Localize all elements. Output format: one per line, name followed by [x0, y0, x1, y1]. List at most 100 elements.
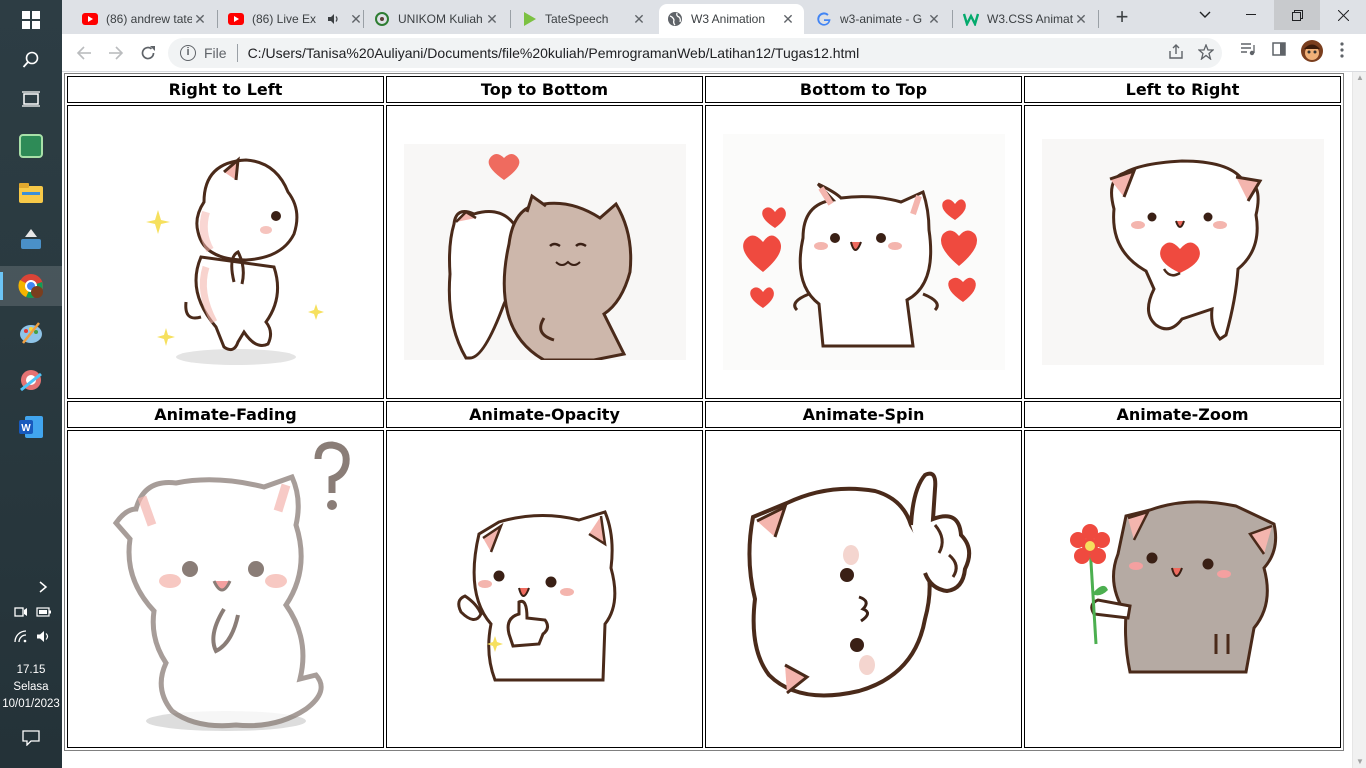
share-icon[interactable]	[1168, 44, 1184, 64]
tab-w3css-animations[interactable]: W3.CSS Animat ✕	[955, 4, 1097, 34]
bookmark-star-icon[interactable]	[1197, 43, 1215, 64]
close-icon[interactable]: ✕	[780, 11, 796, 28]
omnibox-divider	[236, 44, 238, 62]
clock-time[interactable]: 17.15	[0, 662, 62, 678]
tab-tatespeech[interactable]: TateSpeech ✕	[513, 4, 655, 34]
battery-icon[interactable]	[36, 606, 52, 621]
meet-now-icon[interactable]	[14, 605, 28, 622]
header-right-to-left: Right to Left	[67, 76, 384, 103]
svg-text:W: W	[21, 423, 31, 434]
tab-separator	[1098, 10, 1099, 28]
volume-icon[interactable]	[36, 630, 51, 646]
scroll-up-arrow-icon[interactable]: ▲	[1356, 74, 1364, 82]
file-explorer-icon[interactable]	[0, 173, 62, 213]
cat-thinking-image	[746, 471, 971, 698]
tab-youtube-andrew-tate[interactable]: (86) andrew tate ✕	[74, 4, 216, 34]
animation-table: Right to Left Top to Bottom Bottom to To…	[64, 73, 1344, 751]
close-icon[interactable]: ✕	[192, 11, 208, 28]
tab-strip: (86) andrew tate ✕ (86) Live Ex ✕ UNIKOM…	[62, 0, 1366, 34]
header-animate-fading: Animate-Fading	[67, 401, 384, 428]
tab-separator	[952, 10, 953, 28]
cell-animate-spin	[705, 430, 1022, 748]
youtube-icon	[82, 11, 98, 27]
chrome-icon[interactable]	[0, 266, 62, 306]
word-icon[interactable]: W	[0, 407, 62, 447]
restore-icon[interactable]	[1274, 0, 1320, 30]
search-icon[interactable]	[0, 40, 62, 80]
w3-icon	[963, 11, 979, 27]
spreadsheet-app-icon[interactable]	[0, 126, 62, 166]
cat-question-image	[112, 441, 350, 731]
scroll-down-arrow-icon[interactable]: ▼	[1356, 758, 1364, 766]
close-icon[interactable]: ✕	[926, 11, 942, 28]
new-tab-button[interactable]: +	[1108, 6, 1136, 30]
paint-app-icon[interactable]	[0, 313, 62, 353]
cell-animate-fading	[67, 430, 384, 748]
youtube-icon	[228, 11, 244, 27]
header-left-to-right: Left to Right	[1024, 76, 1341, 103]
cats-hugging-image	[403, 144, 686, 360]
cell-animate-zoom	[1024, 430, 1341, 748]
header-bottom-to-top: Bottom to Top	[705, 76, 1022, 103]
back-arrow-icon[interactable]	[70, 39, 98, 67]
header-animate-zoom: Animate-Zoom	[1024, 401, 1341, 428]
close-icon[interactable]: ✕	[1073, 11, 1089, 28]
header-top-to-bottom: Top to Bottom	[386, 76, 703, 103]
snipping-app-icon[interactable]	[0, 360, 62, 400]
wifi-icon[interactable]	[14, 630, 29, 646]
profile-avatar[interactable]	[1300, 39, 1324, 67]
speaker-audio-icon[interactable]	[326, 11, 342, 27]
url-text[interactable]: C:/Users/Tanisa%20Auliyani/Documents/fil…	[248, 45, 860, 61]
cell-bottom-to-top	[705, 105, 1022, 399]
cell-right-to-left	[67, 105, 384, 399]
image-row	[67, 430, 1341, 748]
google-icon	[816, 11, 832, 27]
clock-day[interactable]: Selasa	[0, 679, 62, 695]
windows-start-icon[interactable]	[0, 0, 62, 40]
header-row: Right to Left Top to Bottom Bottom to To…	[67, 76, 1341, 103]
tab-label: W3 Animation	[691, 12, 766, 26]
close-icon[interactable]: ✕	[484, 11, 500, 28]
address-bar[interactable]: i File C:/Users/Tanisa%20Auliyani/Docume…	[168, 38, 1222, 68]
close-window-icon[interactable]	[1320, 0, 1366, 30]
cat-flower-image	[1069, 500, 1277, 674]
task-view-icon[interactable]	[0, 79, 62, 119]
tab-unikom-kuliah[interactable]: UNIKOM Kuliah ✕	[366, 4, 508, 34]
media-queue-icon[interactable]	[1240, 42, 1256, 60]
reload-icon[interactable]	[134, 39, 162, 67]
side-panel-icon[interactable]	[1272, 42, 1286, 60]
cat-holding-heart-image	[1041, 139, 1324, 365]
tab-w3-animation[interactable]: W3 Animation ✕	[659, 4, 804, 34]
minimize-icon[interactable]	[1228, 0, 1274, 30]
menu-kebab-icon[interactable]	[1340, 42, 1344, 62]
page-viewport: Right to Left Top to Bottom Bottom to To…	[62, 72, 1352, 768]
tab-separator	[217, 10, 218, 28]
site-info-icon[interactable]: i	[180, 45, 196, 61]
close-icon[interactable]: ✕	[631, 11, 647, 28]
clock-date[interactable]: 10/01/2023	[0, 696, 62, 712]
show-hidden-icons-chevron-icon[interactable]	[38, 580, 48, 597]
scheme-label: File	[204, 45, 227, 61]
browser-window: (86) andrew tate ✕ (86) Live Ex ✕ UNIKOM…	[62, 0, 1366, 72]
forward-arrow-icon[interactable]	[102, 39, 130, 67]
vertical-scrollbar[interactable]: ▲ ▼	[1352, 72, 1366, 768]
installer-app-icon[interactable]	[0, 220, 62, 260]
notifications-icon[interactable]	[22, 730, 40, 749]
unikom-icon	[374, 11, 390, 27]
cat-thumbs-up-image	[456, 510, 616, 682]
play-icon	[521, 11, 537, 27]
tab-label: (86) andrew tate	[106, 12, 192, 26]
windows-taskbar: W 17.15 Selasa 10/01/2023	[0, 0, 62, 768]
globe-icon	[667, 11, 683, 27]
tab-label: W3.CSS Animat	[987, 12, 1073, 26]
close-icon[interactable]: ✕	[348, 11, 364, 28]
tab-google-w3-animate[interactable]: w3-animate - G ✕	[808, 4, 950, 34]
header-row: Animate-Fading Animate-Opacity Animate-S…	[67, 401, 1341, 428]
tab-label: w3-animate - G	[840, 12, 923, 26]
tab-youtube-live[interactable]: (86) Live Ex ✕	[220, 4, 362, 34]
tab-separator	[363, 10, 364, 28]
tab-label: TateSpeech	[545, 12, 609, 26]
tab-label: (86) Live Ex	[252, 12, 317, 26]
tab-search-chevron-icon[interactable]	[1182, 0, 1228, 30]
cell-animate-opacity	[386, 430, 703, 748]
